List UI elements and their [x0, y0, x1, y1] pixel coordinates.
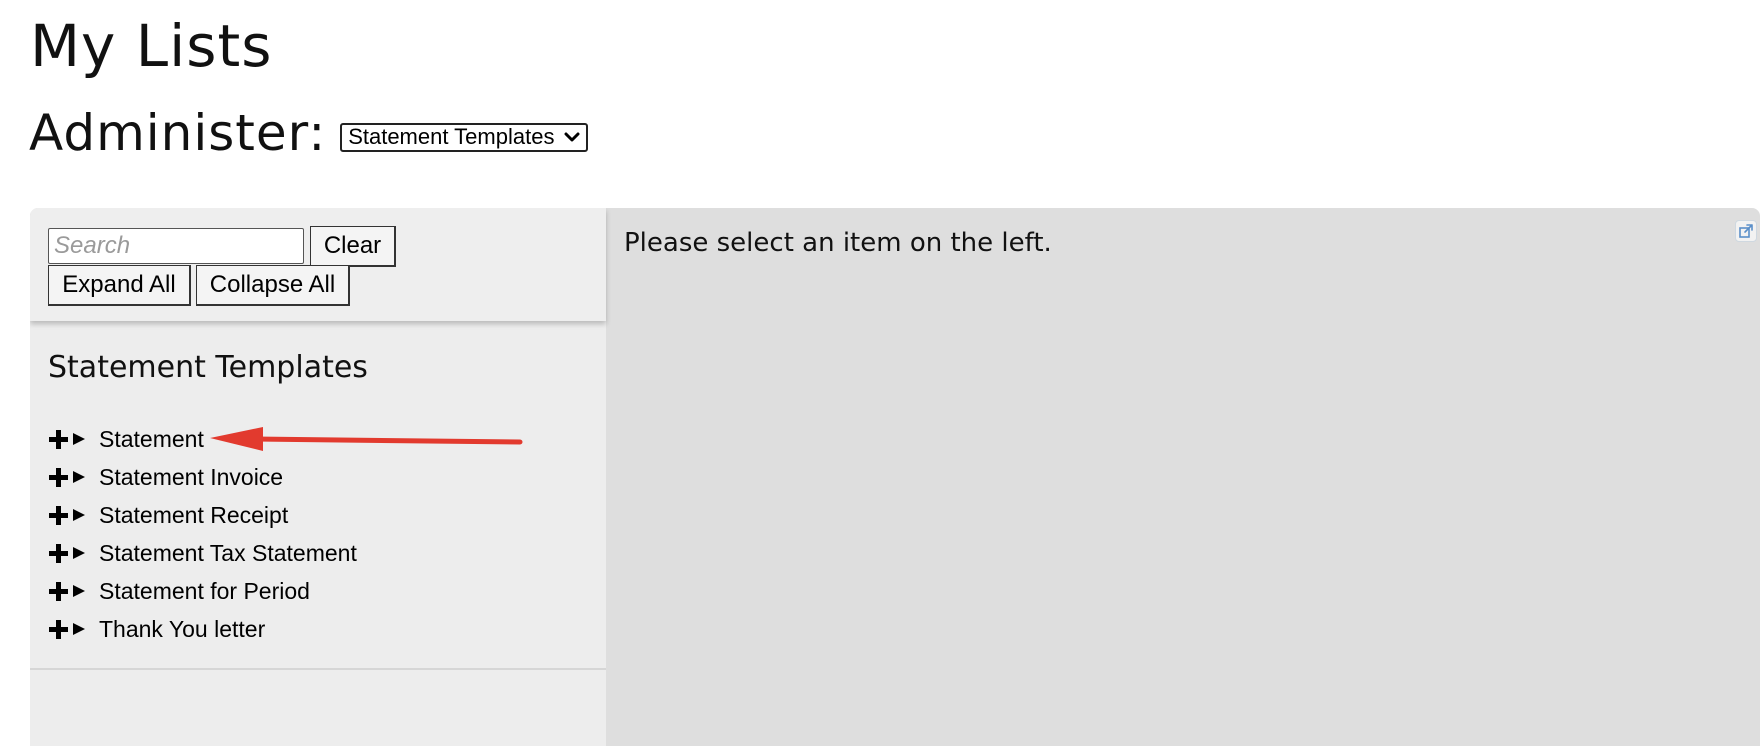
lists-panel: Clear Expand All Collapse All Statement … [30, 208, 1760, 746]
tree-item-label[interactable]: Statement Receipt [99, 502, 288, 529]
tree-item-label[interactable]: Statement Invoice [99, 464, 283, 491]
triangle-right-icon[interactable] [72, 470, 86, 484]
triangle-right-icon[interactable] [72, 546, 86, 560]
tree-item-statement-tax-statement[interactable]: Statement Tax Statement [48, 534, 357, 572]
plus-icon[interactable] [48, 429, 69, 450]
triangle-right-icon[interactable] [72, 432, 86, 446]
page-title: My Lists [30, 12, 273, 80]
triangle-right-icon[interactable] [72, 584, 86, 598]
tree-item-statement-invoice[interactable]: Statement Invoice [48, 458, 357, 496]
popout-icon[interactable] [1735, 220, 1757, 242]
clear-button[interactable]: Clear [310, 226, 396, 267]
plus-icon[interactable] [48, 581, 69, 602]
administer-select[interactable]: Statement Templates [340, 122, 589, 152]
plus-icon[interactable] [48, 467, 69, 488]
tree-heading: Statement Templates [48, 350, 368, 385]
administer-label: Administer: [29, 104, 327, 162]
sidebar-toolbar: Clear Expand All Collapse All [30, 208, 606, 321]
sidebar: Clear Expand All Collapse All Statement … [30, 208, 606, 746]
tree-item-label[interactable]: Statement Tax Statement [99, 540, 357, 567]
tree-item-statement-for-period[interactable]: Statement for Period [48, 572, 357, 610]
tree-item-statement-receipt[interactable]: Statement Receipt [48, 496, 357, 534]
plus-icon[interactable] [48, 505, 69, 526]
search-input[interactable] [48, 228, 304, 264]
tree-item-label[interactable]: Statement for Period [99, 578, 310, 605]
administer-row: Administer: Statement Templates [29, 104, 589, 162]
sidebar-divider [30, 668, 606, 670]
triangle-right-icon[interactable] [72, 508, 86, 522]
tree-item-label[interactable]: Statement [99, 426, 204, 453]
plus-icon[interactable] [48, 619, 69, 640]
plus-icon[interactable] [48, 543, 69, 564]
tree-item-thank-you-letter[interactable]: Thank You letter [48, 610, 357, 648]
tree-item-statement[interactable]: Statement [48, 420, 357, 458]
tree-list: Statement Statement Invoice Statement Re… [48, 420, 357, 648]
triangle-right-icon[interactable] [72, 622, 86, 636]
collapse-all-button[interactable]: Collapse All [196, 265, 350, 306]
chevron-down-icon [564, 131, 580, 143]
tree-item-label[interactable]: Thank You letter [99, 616, 265, 643]
expand-all-button[interactable]: Expand All [48, 265, 191, 306]
main-message: Please select an item on the left. [624, 228, 1052, 258]
administer-select-value: Statement Templates [348, 124, 555, 149]
